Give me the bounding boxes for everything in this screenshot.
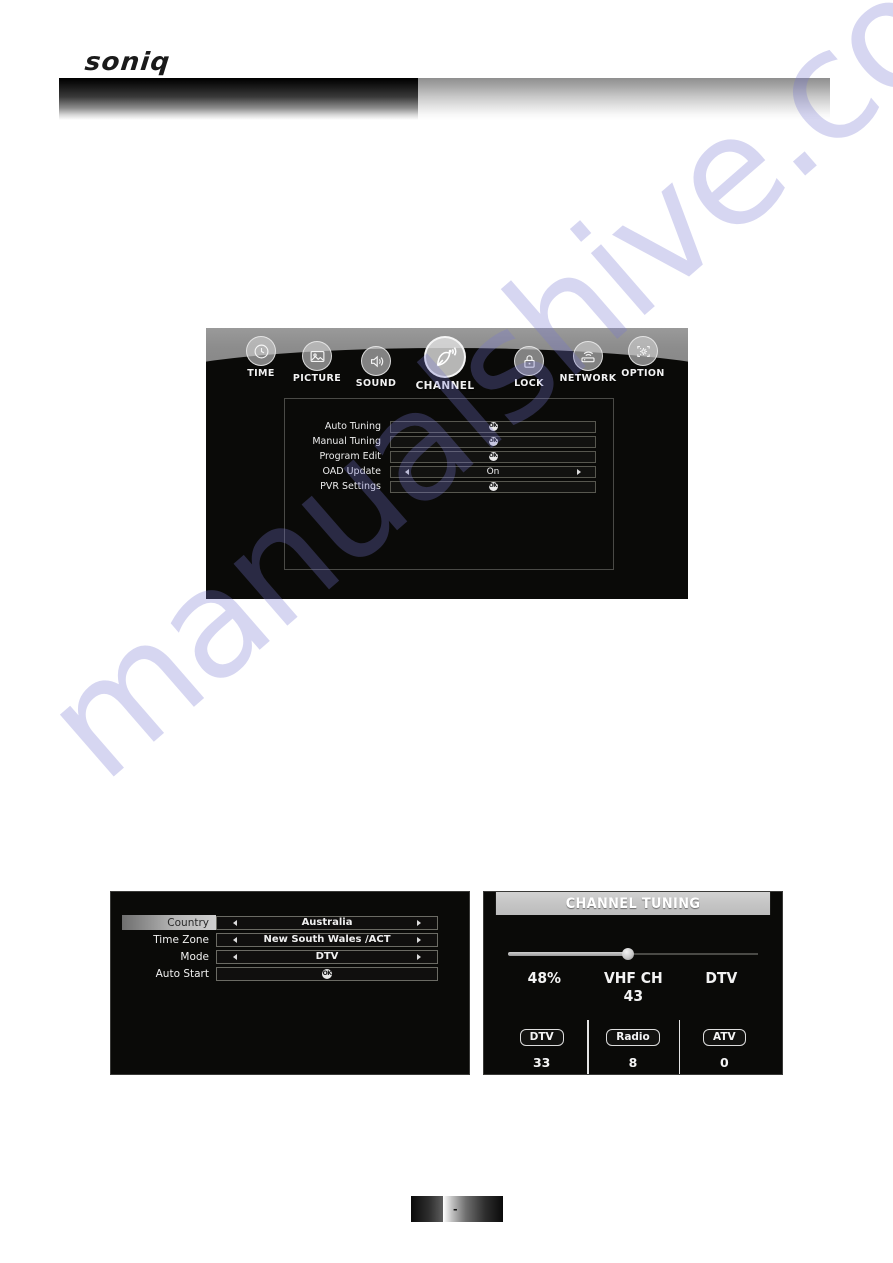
- setup-label-mode: Mode: [180, 950, 209, 963]
- arrow-right-icon[interactable]: [417, 919, 421, 926]
- setup-row-country[interactable]: Country Australia: [122, 914, 469, 931]
- menu-item-channel[interactable]: CHANNEL: [408, 336, 482, 392]
- counter-radio: Radio 8: [587, 1020, 678, 1074]
- channel-options-panel: Auto Tuning OK Manual Tuning OK Program …: [284, 398, 614, 570]
- arrow-left-icon[interactable]: [233, 919, 237, 926]
- setup-value-country: Australia: [301, 917, 353, 928]
- header-gradient-bar-left: [59, 78, 418, 120]
- osd-main-menu: TIME PICTURE SOUND CHANNEL LOCK NETWORK …: [206, 328, 688, 599]
- arrow-right-icon[interactable]: [577, 468, 581, 475]
- footer-gradient-block-right: -: [443, 1196, 503, 1222]
- counter-pill-dtv: DTV: [519, 1029, 564, 1046]
- menu-item-option[interactable]: OPTION: [606, 336, 680, 379]
- counter-pill-radio: Radio: [606, 1029, 660, 1046]
- setup-row-mode[interactable]: Mode DTV: [122, 948, 469, 965]
- setup-field-auto-start[interactable]: OK: [216, 966, 438, 981]
- ok-icon: OK: [322, 968, 332, 979]
- setup-row-auto-start[interactable]: Auto Start OK: [122, 965, 469, 982]
- setup-field-country[interactable]: Australia: [216, 915, 438, 930]
- setup-field-mode[interactable]: DTV: [216, 949, 438, 964]
- picture-icon: [302, 341, 332, 371]
- settings-icon: [628, 336, 658, 366]
- tuning-counters: DTV 33 Radio 8 ATV 0: [496, 1020, 770, 1074]
- menu-item-sound[interactable]: SOUND: [339, 346, 413, 389]
- option-label-auto-tuning: Auto Tuning: [324, 421, 381, 432]
- option-label-program-edit: Program Edit: [319, 451, 382, 462]
- setup-label-country: Country: [122, 915, 216, 930]
- speaker-icon: [361, 346, 391, 376]
- counter-value-atv: 0: [719, 1055, 729, 1070]
- tuning-percent: 48%: [527, 969, 562, 987]
- option-label-oad-update: OAD Update: [322, 466, 381, 477]
- page-header: soniq: [0, 0, 893, 130]
- main-menu-icon-row: TIME PICTURE SOUND CHANNEL LOCK NETWORK …: [206, 328, 688, 396]
- option-row-manual-tuning[interactable]: Manual Tuning OK: [285, 434, 613, 449]
- option-field-auto-tuning[interactable]: OK: [390, 420, 596, 433]
- satellite-dish-icon: [424, 336, 466, 378]
- clock-icon: [246, 336, 276, 366]
- option-row-pvr-settings[interactable]: PVR Settings OK: [285, 479, 613, 494]
- option-label-pvr-settings: PVR Settings: [320, 481, 381, 492]
- counter-value-radio: 8: [628, 1055, 638, 1070]
- arrow-left-icon[interactable]: [405, 468, 409, 475]
- ok-icon: OK: [488, 482, 498, 491]
- setup-rows: Country Australia Time Zone New South Wa…: [111, 892, 469, 982]
- ok-icon: OK: [488, 422, 498, 431]
- ok-icon: OK: [488, 437, 498, 446]
- page-footer: - -: [0, 1196, 893, 1230]
- soniq-logo: soniq: [83, 47, 172, 76]
- arrow-left-icon[interactable]: [233, 936, 237, 943]
- osd-channel-tuning: CHANNEL TUNING 48% VHF CH 43 DTV DTV 33 …: [483, 891, 783, 1075]
- channel-options-list: Auto Tuning OK Manual Tuning OK Program …: [285, 399, 613, 494]
- footer-dash-right: -: [453, 1202, 458, 1216]
- padlock-icon: [514, 346, 544, 376]
- tuning-status-labels: 48% VHF CH 43 DTV: [500, 969, 766, 1005]
- setup-label-time-zone: Time Zone: [153, 933, 209, 946]
- tuning-progress-slider[interactable]: [508, 948, 758, 960]
- counter-atv: ATV 0: [678, 1020, 770, 1074]
- header-gradient-bar-right: [418, 78, 830, 120]
- ok-icon: OK: [488, 452, 498, 461]
- menu-item-channel-label: CHANNEL: [415, 380, 475, 392]
- tuning-mode: DTV: [705, 969, 738, 987]
- channel-tuning-title: CHANNEL TUNING: [495, 892, 771, 915]
- arrow-left-icon[interactable]: [233, 953, 237, 960]
- arrow-right-icon[interactable]: [417, 936, 421, 943]
- setup-label-auto-start: Auto Start: [155, 967, 209, 980]
- progress-knob[interactable]: [622, 948, 634, 960]
- setup-field-time-zone[interactable]: New South Wales /ACT: [216, 932, 438, 947]
- setup-value-time-zone: New South Wales /ACT: [263, 934, 391, 945]
- counter-dtv: DTV 33: [496, 1027, 587, 1070]
- tuning-channel: VHF CH 43: [603, 969, 663, 1005]
- arrow-right-icon[interactable]: [417, 953, 421, 960]
- counter-pill-atv: ATV: [703, 1029, 746, 1046]
- setup-value-mode: DTV: [315, 951, 339, 962]
- channel-tuning-body: 48% VHF CH 43 DTV DTV 33 Radio 8 ATV 0: [484, 948, 782, 1074]
- osd-setup-menu: Country Australia Time Zone New South Wa…: [110, 891, 470, 1075]
- wifi-router-icon: [573, 341, 603, 371]
- option-label-manual-tuning: Manual Tuning: [312, 436, 381, 447]
- option-field-pvr-settings[interactable]: OK: [390, 480, 596, 493]
- option-field-program-edit[interactable]: OK: [390, 450, 596, 463]
- counter-value-dtv: 33: [532, 1055, 551, 1070]
- option-field-oad-update[interactable]: On: [390, 465, 596, 478]
- option-row-oad-update[interactable]: OAD Update On: [285, 464, 613, 479]
- option-value-oad-update: On: [486, 466, 500, 477]
- option-row-program-edit[interactable]: Program Edit OK: [285, 449, 613, 464]
- progress-fill: [508, 952, 628, 956]
- menu-item-sound-label: SOUND: [355, 378, 397, 389]
- menu-item-option-label: OPTION: [621, 368, 665, 379]
- setup-row-time-zone[interactable]: Time Zone New South Wales /ACT: [122, 931, 469, 948]
- option-field-manual-tuning[interactable]: OK: [390, 435, 596, 448]
- option-row-auto-tuning[interactable]: Auto Tuning OK: [285, 419, 613, 434]
